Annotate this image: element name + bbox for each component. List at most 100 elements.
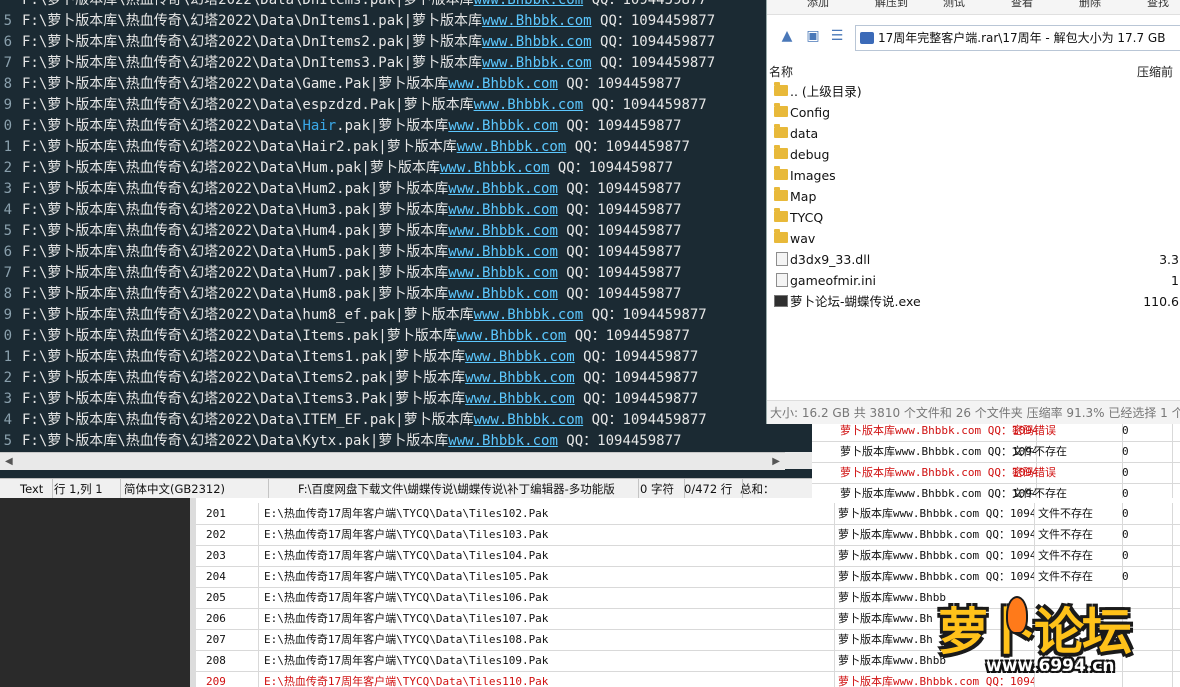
file-icon xyxy=(776,273,788,287)
qq-number: QQ：1094459877 xyxy=(583,0,707,8)
table-row[interactable]: 201 E:\热血传奇17周年客户端\TYCQ\Data\Tiles102.Pak… xyxy=(196,503,1180,525)
archive-list-item[interactable]: Config xyxy=(767,102,1180,123)
website-link[interactable]: www.Bhbbk.com xyxy=(474,307,584,323)
folder-icon xyxy=(774,166,788,180)
line-number: 8 xyxy=(3,286,12,302)
item-name: .. (上级目录) xyxy=(790,84,862,99)
qq-number: QQ：1094459877 xyxy=(566,328,690,344)
line-number: 6 xyxy=(3,244,12,260)
scroll-right-icon[interactable]: ▶ xyxy=(772,456,780,467)
cell-count: 0 xyxy=(1118,503,1173,524)
column-name[interactable]: 名称 xyxy=(769,63,793,80)
qq-number: QQ：1094459877 xyxy=(557,286,682,302)
website-link[interactable]: www.Bhbbk.com xyxy=(440,160,550,176)
qq-number: QQ：1094459877 xyxy=(583,412,707,428)
archive-path[interactable]: 17周年完整客户端.rar\17周年 - 解包大小为 17.7 GB xyxy=(855,25,1180,51)
toolbar-button[interactable]: 查找 xyxy=(1147,0,1169,10)
line-number: 3 xyxy=(3,391,12,407)
website-link[interactable]: www.Bhbbk.com xyxy=(465,370,575,386)
archive-icon xyxy=(860,32,874,44)
website-link[interactable]: www.Bhbbk.com xyxy=(465,391,575,407)
item-name: d3dx9_33.dll xyxy=(790,252,871,267)
table-row[interactable]: 203 E:\热血传奇17周年客户端\TYCQ\Data\Tiles104.Pak… xyxy=(196,545,1180,567)
website-link[interactable]: www.Bhbbk.com xyxy=(474,0,584,8)
table-row[interactable]: 204 E:\热血传奇17周年客户端\TYCQ\Data\Tiles105.Pak… xyxy=(196,566,1180,588)
editor-line: 7 F:\萝卜版本库\热血传奇\幻塔2022\Data\DnItems3.Pak|… xyxy=(0,53,770,74)
line-number: 8 xyxy=(3,76,12,92)
editor-line: 1 F:\萝卜版本库\热血传奇\幻塔2022\Data\Hair2.pak|萝卜版… xyxy=(0,137,770,158)
line-text: F:\萝卜版本库\热血传奇\幻塔2022\Data\espzdzd.Pak|萝卜… xyxy=(22,95,707,116)
toolbar-button[interactable]: 添加 xyxy=(807,0,829,10)
archive-toolbar: 添加 解压到 测试 查看 删除 查找 xyxy=(767,0,1180,15)
toolbar-button[interactable]: 查看 xyxy=(1011,0,1033,10)
website-link[interactable]: www.Bhbbk.com xyxy=(448,202,558,218)
archive-list-item[interactable]: TYCQ xyxy=(767,207,1180,228)
line-text: F:\萝卜版本库\热血传奇\幻塔2022\Data\Hum4.pak|萝卜版本库… xyxy=(22,221,681,242)
line-number: 4 xyxy=(3,412,12,428)
column-size[interactable]: 压缩前 xyxy=(1137,63,1173,80)
website-link[interactable]: www.Bhbbk.com xyxy=(482,55,592,71)
editor-line: 8 F:\萝卜版本库\热血传奇\幻塔2022\Data\Hum8.pak|萝卜版本… xyxy=(0,284,770,305)
file-path: F:\萝卜版本库\热血传奇\幻塔2022\Data\Hum3.pak|萝卜版本库 xyxy=(22,202,449,218)
toolbar-button[interactable]: 解压到 xyxy=(875,0,908,10)
folder-icon xyxy=(774,103,788,117)
website-link[interactable]: www.Bhbbk.com xyxy=(448,181,558,197)
status-mode: Text xyxy=(16,479,53,499)
qq-number: QQ：1094459877 xyxy=(591,55,716,71)
website-link[interactable]: www.Bhbbk.com xyxy=(465,349,575,365)
line-number: 3 xyxy=(3,181,12,197)
archive-list-item[interactable]: 萝卜论坛-蝴蝶传说.exe 110.6 xyxy=(767,291,1180,312)
up-arrow-icon[interactable]: ▲ xyxy=(777,26,797,46)
cell-site: 萝卜版本库www.Bhbbk.com QQ：10944 xyxy=(834,503,1035,524)
cell-message: 文件不存在 xyxy=(1034,503,1123,524)
website-link[interactable]: www.Bhbbk.com xyxy=(474,412,584,428)
view-icon[interactable]: ▣ xyxy=(803,26,823,46)
archive-list-item[interactable]: d3dx9_33.dll 3.3 xyxy=(767,249,1180,270)
tree-icon[interactable]: ☰ xyxy=(827,26,847,46)
website-link[interactable]: www.Bhbbk.com xyxy=(448,433,558,449)
horizontal-scrollbar[interactable]: ◀ ▶ xyxy=(0,452,785,470)
toolbar-button[interactable]: 测试 xyxy=(943,0,965,10)
archive-list-item[interactable]: data xyxy=(767,123,1180,144)
website-link[interactable]: www.Bhbbk.com xyxy=(482,34,592,50)
line-text: F:\萝卜版本库\热血传奇\幻塔2022\Data\DnItems2.pak|萝… xyxy=(22,32,715,53)
file-path: F:\萝卜版本库\热血传奇\幻塔2022\Data\hum8_ef.pak|萝卜… xyxy=(22,307,474,323)
website-link[interactable]: www.Bhbbk.com xyxy=(448,118,558,134)
table-row[interactable]: 萝卜版本库www.Bhbbk.com QQ：10944 文件不存在 0 xyxy=(812,441,1180,463)
file-path: F:\萝卜版本库\热血传奇\幻塔2022\Data\Hum7.pak|萝卜版本库 xyxy=(22,265,449,281)
qq-number: QQ：1094459877 xyxy=(591,34,716,50)
table-row[interactable]: 202 E:\热血传奇17周年客户端\TYCQ\Data\Tiles103.Pak… xyxy=(196,524,1180,546)
archive-list-item[interactable]: wav xyxy=(767,228,1180,249)
toolbar-button[interactable]: 删除 xyxy=(1079,0,1101,10)
archive-list-item[interactable]: .. (上级目录) xyxy=(767,81,1180,102)
website-link[interactable]: www.Bhbbk.com xyxy=(448,223,558,239)
table-row[interactable]: 萝卜版本库www.Bhbbk.com QQ：10944 密码错误 0 xyxy=(812,424,1180,442)
table-row[interactable]: 萝卜版本库www.Bhbbk.com QQ：10944 文件不存在 0 xyxy=(812,483,1180,498)
website-link[interactable]: www.Bhbbk.com xyxy=(457,139,567,155)
file-path: F:\萝卜版本库\热血传奇\幻塔2022\Data\Items3.Pak|萝卜版… xyxy=(22,391,466,407)
website-link[interactable]: www.Bhbbk.com xyxy=(448,244,558,260)
website-link[interactable]: www.Bhbbk.com xyxy=(448,286,558,302)
archive-list-item[interactable]: Map xyxy=(767,186,1180,207)
file-path: F:\萝卜版本库\热血传奇\幻塔2022\Data\Hum4.pak|萝卜版本库 xyxy=(22,223,449,239)
line-text: F:\萝卜版本库\热血传奇\幻塔2022\Data\Hum.pak|萝卜版本库w… xyxy=(22,158,673,179)
qq-number: QQ：1094459877 xyxy=(566,139,690,155)
cell-index: 207 xyxy=(202,629,259,650)
editor-line: F:\萝卜版本库\热血传奇\幻塔2022\Data\DnItems.pak|萝卜… xyxy=(0,0,770,11)
text-editor[interactable]: F:\萝卜版本库\热血传奇\幻塔2022\Data\DnItems.pak|萝卜… xyxy=(0,0,812,478)
qq-number: QQ：1094459877 xyxy=(557,202,682,218)
website-link[interactable]: www.Bhbbk.com xyxy=(448,265,558,281)
website-link[interactable]: www.Bhbbk.com xyxy=(482,13,592,29)
results-grid-top: 萝卜版本库www.Bhbbk.com QQ：10944 密码错误 0 萝卜版本库www… xyxy=(812,424,1180,498)
archive-list-item[interactable]: debug xyxy=(767,144,1180,165)
archive-path-text: 17周年完整客户端.rar\17周年 - 解包大小为 17.7 GB xyxy=(878,31,1166,45)
website-link[interactable]: www.Bhbbk.com xyxy=(448,76,558,92)
website-link[interactable]: www.Bhbbk.com xyxy=(457,328,567,344)
archive-list-item[interactable]: gameofmir.ini 1 xyxy=(767,270,1180,291)
website-link[interactable]: www.Bhbbk.com xyxy=(474,97,584,113)
line-number: 6 xyxy=(3,34,12,50)
table-row[interactable]: 萝卜版本库www.Bhbbk.com QQ：10944 密码错误 0 xyxy=(812,462,1180,484)
scroll-left-icon[interactable]: ◀ xyxy=(5,456,13,467)
archive-list-item[interactable]: Images xyxy=(767,165,1180,186)
cell-message: 密码错误 xyxy=(1008,462,1123,483)
